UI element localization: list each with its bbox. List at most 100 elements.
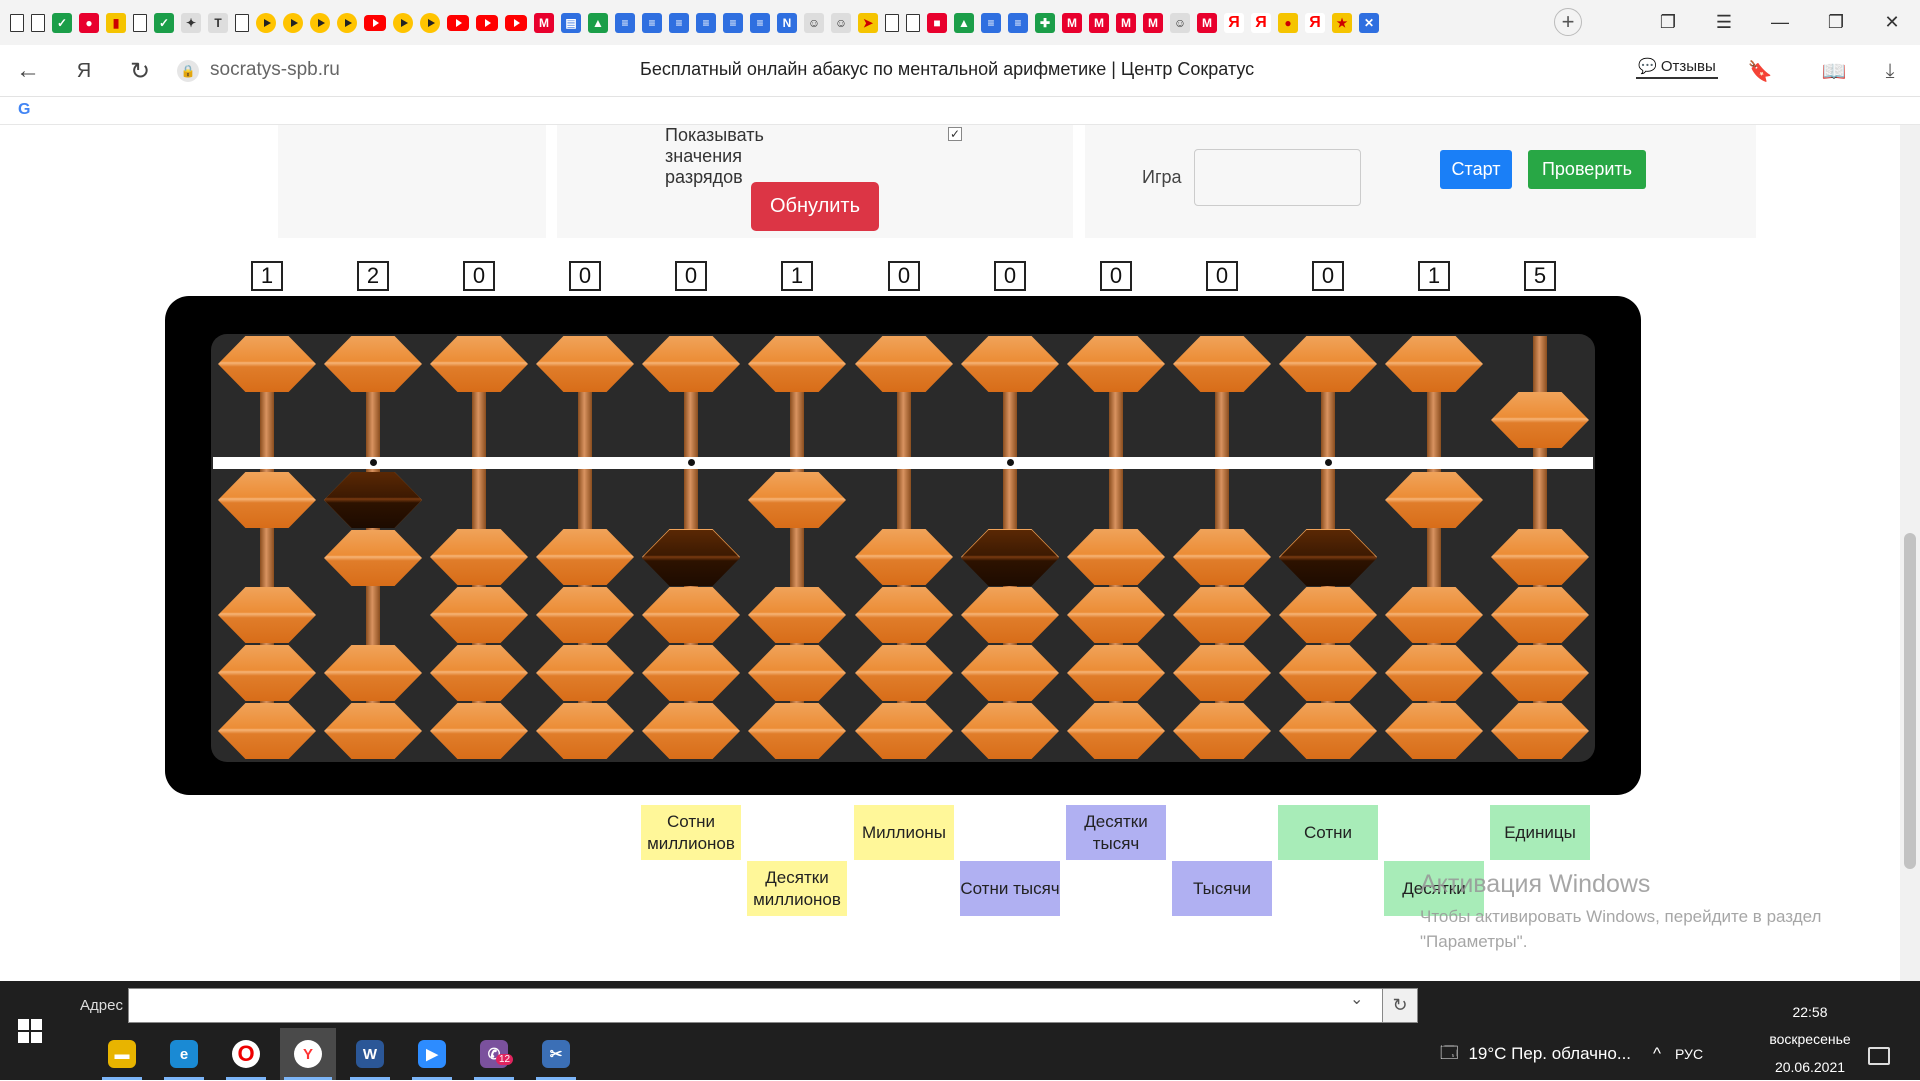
bookmark-drive-icon[interactable]: ▲: [588, 12, 608, 33]
earth-bead[interactable]: [961, 645, 1059, 701]
earth-bead[interactable]: [1067, 703, 1165, 759]
bookmark-blue-icon[interactable]: ≡: [723, 12, 743, 33]
heaven-bead[interactable]: [1067, 336, 1165, 392]
restore-button[interactable]: ❐: [1808, 12, 1864, 33]
bookmark-doc-icon[interactable]: [31, 13, 45, 32]
earth-bead[interactable]: [1491, 529, 1589, 585]
word-taskbar-button[interactable]: W: [342, 1028, 398, 1080]
earth-bead[interactable]: [748, 472, 846, 528]
earth-bead[interactable]: [1385, 645, 1483, 701]
earth-bead[interactable]: [1491, 645, 1589, 701]
earth-bead[interactable]: [1067, 645, 1165, 701]
yandex-taskbar-button[interactable]: Y: [280, 1028, 336, 1080]
bookmark-x-icon[interactable]: ✕: [1359, 12, 1379, 33]
weather-text[interactable]: 19°C Пер. облачно...: [1468, 1044, 1631, 1064]
bookmark-doc-icon[interactable]: [133, 13, 147, 32]
bookmark-blue-icon[interactable]: ≡: [750, 12, 770, 33]
earth-bead[interactable]: [430, 703, 528, 759]
earth-bead[interactable]: [1491, 587, 1589, 643]
chevron-up-icon[interactable]: ^: [1653, 1044, 1661, 1064]
earth-bead[interactable]: [642, 587, 740, 643]
bookmark-blue-icon[interactable]: ≡: [615, 12, 635, 33]
yandex-icon[interactable]: Я: [66, 53, 102, 89]
heaven-bead[interactable]: [430, 336, 528, 392]
bookmark-m-icon[interactable]: M: [1089, 12, 1109, 33]
explorer-taskbar-button[interactable]: ▬: [94, 1028, 150, 1080]
earth-bead[interactable]: [748, 703, 846, 759]
bookmark-m-icon[interactable]: M: [1116, 12, 1136, 33]
earth-bead[interactable]: [855, 645, 953, 701]
bookmark-blue-icon[interactable]: ≡: [669, 12, 689, 33]
earth-bead[interactable]: [1385, 587, 1483, 643]
heaven-bead[interactable]: [961, 336, 1059, 392]
earth-bead[interactable]: [855, 703, 953, 759]
bookmark-play-icon[interactable]: [256, 12, 276, 33]
heaven-bead[interactable]: [1385, 336, 1483, 392]
refresh-icon[interactable]: ↻: [1382, 988, 1418, 1023]
earth-bead[interactable]: [748, 587, 846, 643]
earth-bead[interactable]: [1279, 587, 1377, 643]
bookmark-play-icon[interactable]: [310, 12, 330, 33]
bookmark-blue-icon[interactable]: ≡: [696, 12, 716, 33]
bookmark-ya-icon[interactable]: Я: [1305, 12, 1325, 33]
bookmark-doc-icon[interactable]: [235, 13, 249, 32]
bookmark-puzzle-icon[interactable]: ✦: [181, 12, 201, 33]
earth-bead[interactable]: [642, 703, 740, 759]
earth-bead[interactable]: [536, 703, 634, 759]
bookmark-check-icon[interactable]: ✓: [52, 12, 72, 33]
reload-icon[interactable]: ↻: [122, 53, 158, 89]
earth-bead[interactable]: [1173, 703, 1271, 759]
earth-bead[interactable]: [642, 645, 740, 701]
earth-bead[interactable]: [855, 529, 953, 585]
bookmark-cat-icon[interactable]: ●: [1278, 12, 1298, 33]
bookmark-yt-icon[interactable]: [476, 14, 498, 31]
earth-bead[interactable]: [218, 587, 316, 643]
bookmark-person-icon[interactable]: ☺: [1170, 12, 1190, 33]
earth-bead[interactable]: [430, 587, 528, 643]
bookmark-yt-icon[interactable]: [505, 14, 527, 31]
bookmark-doc-icon[interactable]: [10, 13, 24, 32]
bookmark-play-icon[interactable]: [337, 12, 357, 33]
heaven-bead[interactable]: [855, 336, 953, 392]
bookmark-book-icon[interactable]: ▤: [561, 12, 581, 33]
notification-icon[interactable]: [1868, 1047, 1890, 1065]
minimize-button[interactable]: —: [1752, 12, 1808, 33]
weather-icon[interactable]: 🗔: [1440, 1040, 1458, 1069]
earth-bead[interactable]: [324, 703, 422, 759]
bookmark-ya-icon[interactable]: Я: [1224, 12, 1244, 33]
earth-bead[interactable]: [1279, 703, 1377, 759]
bookmark-person-icon[interactable]: ☺: [831, 12, 851, 33]
bookmark-blue-icon[interactable]: ≡: [1008, 12, 1028, 33]
clock[interactable]: 22:58 воскресенье 20.06.2021: [1755, 999, 1865, 1081]
earth-bead[interactable]: [1173, 587, 1271, 643]
earth-bead[interactable]: [1491, 703, 1589, 759]
bookmark-m-icon[interactable]: M: [534, 12, 554, 33]
zoom-taskbar-button[interactable]: ▶: [404, 1028, 460, 1080]
bookmark-icon[interactable]: 🔖: [1746, 57, 1774, 85]
earth-bead[interactable]: [1173, 529, 1271, 585]
earth-bead[interactable]: [1279, 645, 1377, 701]
reviews-button[interactable]: 💬 Отзывы: [1636, 55, 1718, 79]
earth-bead[interactable]: [430, 529, 528, 585]
earth-bead[interactable]: [218, 472, 316, 528]
earth-bead[interactable]: [961, 703, 1059, 759]
earth-bead[interactable]: [1173, 645, 1271, 701]
url-domain[interactable]: socratys-spb.ru: [210, 59, 340, 81]
earth-bead[interactable]: [218, 703, 316, 759]
bookmark-N-icon[interactable]: N: [777, 12, 797, 33]
bookmark-chart-icon[interactable]: ▮: [106, 12, 126, 33]
chevron-down-icon[interactable]: ⌄: [1350, 989, 1363, 1009]
new-tab-button[interactable]: +: [1554, 8, 1582, 36]
snip-taskbar-button[interactable]: ✂: [528, 1028, 584, 1080]
earth-bead[interactable]: [961, 587, 1059, 643]
bookmark-T-icon[interactable]: T: [208, 12, 228, 33]
back-icon[interactable]: ←: [10, 53, 46, 89]
lock-icon[interactable]: 🔒: [177, 60, 199, 82]
earth-bead[interactable]: [1067, 587, 1165, 643]
bookmark-play-icon[interactable]: [393, 12, 413, 33]
bookmark-person-icon[interactable]: ☺: [804, 12, 824, 33]
close-button[interactable]: ✕: [1864, 12, 1920, 33]
show-values-checkbox[interactable]: ✓: [948, 127, 962, 141]
reader-icon[interactable]: 📖: [1820, 57, 1848, 85]
language-indicator[interactable]: РУС: [1675, 1046, 1703, 1062]
